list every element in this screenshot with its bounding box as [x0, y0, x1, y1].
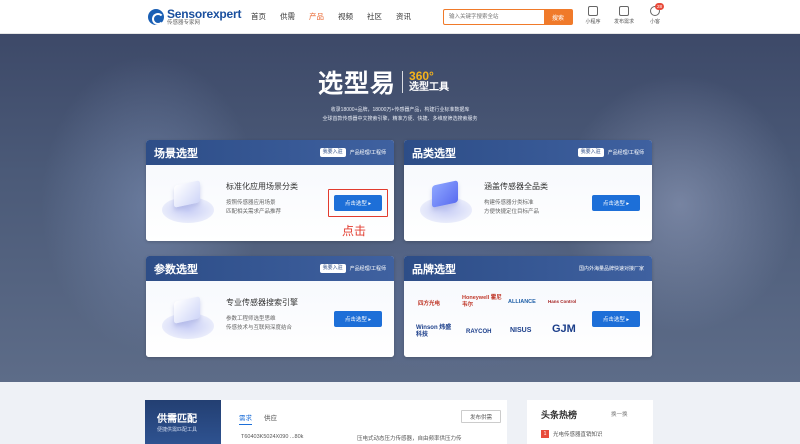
brand-logo[interactable]: Hans Control [548, 299, 576, 304]
nav-community[interactable]: 社区 [360, 0, 389, 34]
user-icon: 28 [650, 3, 664, 16]
scene-illustration [156, 177, 218, 227]
card-heading: 专业传感器搜索引擎 [226, 298, 298, 307]
tab-supply[interactable]: 供应 [264, 412, 277, 425]
logo-text: Sensorexpert [167, 6, 242, 21]
notification-badge: 28 [654, 3, 664, 10]
brand-logo[interactable]: Winson 炜盛科技 [416, 325, 456, 339]
search-input[interactable] [444, 10, 544, 24]
refresh-link[interactable]: 换一换 [611, 410, 628, 418]
nav-home[interactable]: 首页 [244, 0, 273, 34]
list-item[interactable]: T60403K5024X090 ...80k [241, 434, 303, 440]
brand-logo[interactable]: 四方光电 [418, 299, 440, 307]
hot-item[interactable]: 1 光电传感器直销知识 [541, 430, 603, 438]
hero-description: 收录18000+品牌，18000万+传感器产品，构建行业标准数据库 全球首款传感… [322, 107, 478, 122]
click-annotation: 点击 [342, 224, 367, 238]
supply-demand-title: 供需匹配 [157, 414, 197, 425]
publish-icon [619, 6, 629, 16]
brand-logo[interactable]: GJM [552, 323, 576, 335]
join-link[interactable]: 我要入驻 [577, 148, 604, 157]
card-title: 品类选型 [412, 147, 456, 160]
join-link[interactable]: 我要入驻 [319, 148, 346, 157]
audience-label: 产品经理/工程师 [607, 150, 644, 156]
site-logo[interactable]: Sensorexpert 传感器专家网 [148, 6, 242, 28]
audience-label: 产品经理/工程师 [349, 266, 386, 272]
supply-demand-banner: 供需匹配 便捷供需匹配工具 [145, 400, 221, 444]
category-selection-card: 品类选型 我要入驻 产品经理/工程师 涵盖传感器全品类 构建传感器分类标准 方便… [404, 140, 652, 241]
audience-label: 产品经理/工程师 [349, 150, 386, 156]
parameter-selection-card: 参数选型 我要入驻 产品经理/工程师 专业传感器搜索引擎 参数工程师选型思维 传… [146, 256, 394, 357]
hero-section: 选型易 360° 选型工具 收录18000+品牌，18000万+传感器产品，构建… [0, 34, 800, 382]
card-heading: 标准化应用场景分类 [226, 182, 298, 191]
publish-button[interactable]: 发布供需 [461, 410, 501, 423]
hero-title-text: 选型易 [318, 70, 397, 98]
brand-subtitle: 国内外海量品牌快速对接厂家 [578, 266, 644, 272]
supply-demand-panel: 供需匹配 便捷供需匹配工具 需求 供应 发布供需 T60403K5024X090… [145, 400, 507, 444]
card-heading: 涵盖传感器全品类 [484, 182, 548, 191]
brand-logo-grid: 四方光电 Honeywell 霍尼韦尔 ALLIANCE Hans Contro… [414, 291, 584, 349]
brand-logo[interactable]: RAYCOH [466, 329, 491, 335]
card-title: 品牌选型 [412, 263, 456, 276]
hero-title: 选型易 360° 选型工具 [318, 64, 449, 100]
parameter-select-button[interactable]: 点击选型 ▸ [334, 311, 382, 327]
tab-demand[interactable]: 需求 [239, 412, 252, 425]
search-button[interactable]: 搜索 [544, 10, 572, 24]
logo-icon [148, 9, 164, 25]
nav-supply-demand[interactable]: 供需 [273, 0, 302, 34]
supply-demand-subtitle: 便捷供需匹配工具 [157, 427, 198, 433]
nav-products[interactable]: 产品 [302, 0, 331, 34]
bottom-section: 供需匹配 便捷供需匹配工具 需求 供应 发布供需 T60403K5024X090… [0, 382, 800, 444]
miniprogram-icon [588, 6, 598, 16]
supply-demand-tabs: 需求 供应 [239, 412, 277, 425]
highlight-box [328, 189, 388, 217]
card-title: 参数选型 [154, 263, 198, 276]
top-navbar: Sensorexpert 传感器专家网 首页 供需 产品 视频 社区 资讯 搜索… [0, 0, 800, 34]
brand-selection-card: 品牌选型 国内外海量品牌快速对接厂家 四方光电 Honeywell 霍尼韦尔 A… [404, 256, 652, 357]
rank-badge: 1 [541, 430, 549, 438]
nav-news[interactable]: 资讯 [389, 0, 418, 34]
hero-tool-label: 选型工具 [409, 82, 450, 94]
miniprogram-button[interactable]: 小程序 [582, 6, 604, 25]
hot-topics-title: 头条热榜 [541, 410, 578, 420]
brand-logo[interactable]: NISUS [510, 327, 531, 334]
search-box: 搜索 [443, 9, 573, 25]
hot-topics-panel: 头条热榜 换一换 1 光电传感器直销知识 [527, 400, 653, 444]
parameter-illustration [156, 293, 218, 343]
list-item[interactable]: 压电式动态压力传感器，自由频率供压力传 [357, 434, 462, 442]
brand-logo[interactable]: Honeywell 霍尼韦尔 [462, 295, 502, 309]
main-nav: 首页 供需 产品 视频 社区 资讯 [244, 0, 418, 34]
card-title: 场景选型 [154, 147, 198, 160]
publish-demand-button[interactable]: 发布需求 [613, 6, 635, 25]
category-illustration [414, 177, 476, 227]
logo-subtitle: 传感器专家网 [167, 19, 201, 26]
nav-video[interactable]: 视频 [331, 0, 360, 34]
join-link[interactable]: 我要入驻 [319, 264, 346, 273]
brand-select-button[interactable]: 点击选型 ▸ [592, 311, 640, 327]
user-button[interactable]: 28 小客 [644, 3, 666, 25]
category-select-button[interactable]: 点击选型 ▸ [592, 195, 640, 211]
brand-logo[interactable]: ALLIANCE [508, 299, 536, 305]
